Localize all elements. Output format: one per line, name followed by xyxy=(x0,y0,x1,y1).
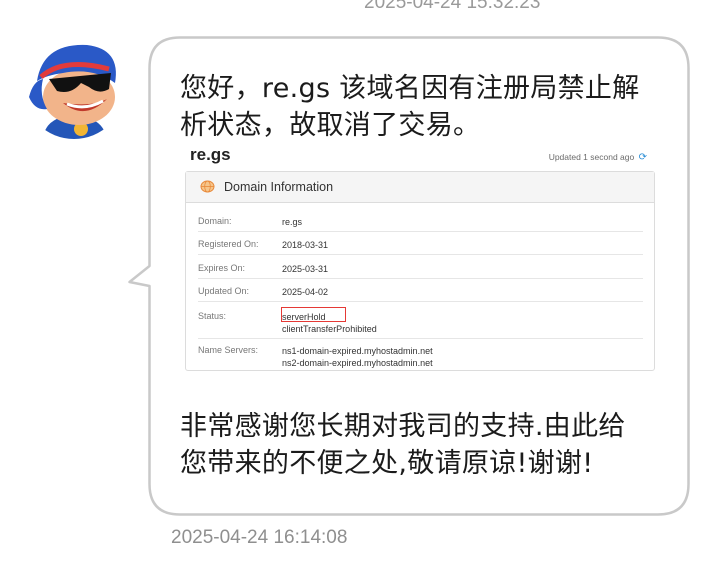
row-divider xyxy=(198,338,643,339)
whois-row-label: Updated On: xyxy=(198,286,250,296)
message-text-top: 您好，re.gs 该域名因有注册局禁止解 析状态，故取消了交易。 xyxy=(180,70,670,144)
whois-row-label: Name Servers: xyxy=(198,345,259,355)
status-client-transfer-prohibited: clientTransferProhibited xyxy=(282,324,377,334)
name-server-1: ns1-domain-expired.myhostadmin.net xyxy=(282,346,433,356)
whois-updated-text: Updated 1 second ago xyxy=(548,152,635,162)
whois-row-label: Registered On: xyxy=(198,239,259,249)
domain-info-panel: Domain Information Domain: re.gs Registe… xyxy=(185,171,655,371)
whois-row-value: 2025-04-02 xyxy=(282,287,329,297)
highlight-box xyxy=(281,307,346,322)
message-line: 析状态，故取消了交易。 xyxy=(180,110,481,141)
whois-row-label: Status: xyxy=(198,311,227,321)
message-timestamp-bottom: 2025-04-24 16:14:08 xyxy=(171,527,348,548)
refresh-icon: ⟳ xyxy=(638,152,647,163)
message-text-bottom: 非常感谢您长期对我司的支持.由此给 您带来的不便之处,敬请原谅!谢谢! xyxy=(180,408,670,482)
domain-info-title: Domain Information xyxy=(224,180,334,194)
message-line: 您好，re.gs 该域名因有注册局禁止解 xyxy=(180,73,640,104)
cartoon-avatar-icon xyxy=(23,37,125,139)
whois-row-value: ns1-domain-expired.myhostadmin.net ns2-d… xyxy=(282,345,433,369)
whois-row-label: Domain: xyxy=(198,216,232,226)
whois-row-value: 2018-03-31 xyxy=(282,240,329,250)
whois-domain-title: re.gs xyxy=(190,145,231,164)
whois-updated-status: Updated 1 second ago ⟳ xyxy=(549,152,647,163)
whois-row-value: re.gs xyxy=(282,217,303,227)
message-timestamp-top: 2025-04-24 15:32:23 xyxy=(364,0,541,13)
domain-info-header: Domain Information xyxy=(186,172,654,203)
message-bubble[interactable]: 您好，re.gs 该域名因有注册局禁止解 析状态，故取消了交易。 re.gs U… xyxy=(128,36,690,516)
row-divider xyxy=(198,254,643,255)
message-line: 非常感谢您长期对我司的支持.由此给 xyxy=(180,411,626,442)
globe-icon xyxy=(200,180,215,193)
name-server-2: ns2-domain-expired.myhostadmin.net xyxy=(282,358,433,368)
embedded-whois-screenshot[interactable]: re.gs Updated 1 second ago ⟳ Domain Info… xyxy=(178,144,657,372)
row-divider xyxy=(198,231,643,232)
message-line: 您带来的不便之处,敬请原谅!谢谢! xyxy=(180,448,594,479)
row-divider xyxy=(198,278,643,279)
avatar[interactable] xyxy=(23,37,125,139)
row-divider xyxy=(198,301,643,302)
whois-row-label: Expires On: xyxy=(198,263,246,273)
whois-row-value: 2025-03-31 xyxy=(282,264,329,274)
